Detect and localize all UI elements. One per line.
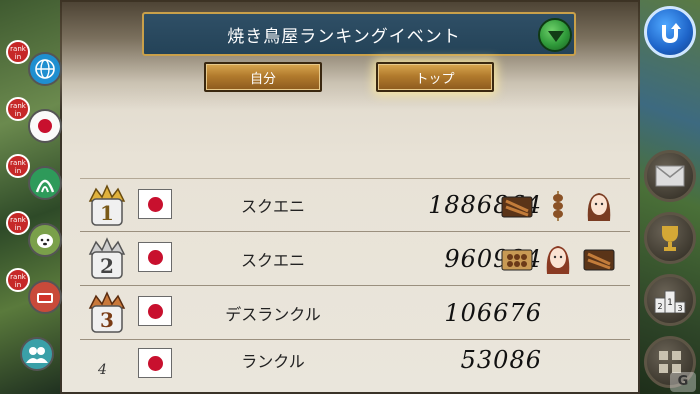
rank-number: 4 [98, 362, 107, 378]
dog-icon [28, 223, 62, 257]
tray-icon [501, 249, 533, 271]
character-portrait-icon [588, 193, 611, 221]
rank-in-badge: rank in [6, 40, 30, 64]
dog-ranking-button[interactable]: rank in [6, 211, 62, 268]
leaderboard-row[interactable]: 4 ランクル 53086 [80, 340, 630, 380]
arch-icon [28, 166, 62, 200]
undo-icon [662, 23, 681, 44]
player-items [496, 237, 620, 281]
grill-plate-icon [501, 196, 533, 218]
podium-icon: 1 2 3 [654, 290, 686, 313]
player-items [496, 184, 620, 228]
leaderboard-row[interactable]: 2 スクエニ 960934 [80, 232, 630, 286]
rank-in-badge: rank in [6, 211, 30, 235]
player-name: デスランクル [225, 304, 321, 324]
podium-button[interactable]: 1 2 3 [644, 274, 696, 326]
player-name: スクエニ [240, 250, 305, 270]
player-name: ランクル [241, 352, 305, 371]
trophy-button[interactable] [644, 212, 696, 264]
podium-second: 2 [657, 302, 662, 311]
event-title-bar[interactable]: 焼き鳥屋ランキングイベント [142, 12, 576, 56]
tab-self[interactable]: 自分 [204, 62, 322, 92]
globe-ranking-button[interactable]: rank in [6, 40, 62, 97]
food-icon [28, 280, 62, 314]
ranking-panel: 焼き鳥屋ランキングイベント 自分 トップ 1 スクエニ 1886864 2 スク… [60, 0, 640, 394]
arch-ranking-button[interactable]: rank in [6, 154, 62, 211]
japan-flag-icon [138, 348, 172, 378]
podium-third: 3 [677, 304, 682, 313]
japan-flag-icon [28, 109, 62, 143]
silver-crown-rank-icon: 2 [88, 237, 126, 279]
tab-top-label: トップ [415, 71, 455, 87]
player-name: スクエニ [240, 197, 305, 216]
leaderboard-list: 1 スクエニ 1886864 2 スクエニ 960934 3 デスランクル 10… [80, 178, 630, 380]
globe-icon [28, 52, 62, 86]
event-title: 焼き鳥屋ランキングイベント [227, 26, 461, 47]
leaderboard-row[interactable]: 1 スクエニ 1886864 [80, 178, 630, 232]
rank-in-badge: rank in [6, 154, 30, 178]
japan-flag-icon [138, 242, 172, 272]
trophy-icon [662, 226, 678, 251]
gold-crown-rank-icon: 1 [88, 184, 126, 226]
rank-number: 1 [100, 201, 114, 225]
chevron-down-icon[interactable] [538, 18, 572, 52]
japan-flag-icon [138, 296, 172, 326]
japan-flag-icon [138, 189, 172, 219]
tab-top[interactable]: トップ [376, 62, 494, 92]
character-portrait-icon [546, 246, 570, 274]
player-score: 106676 [444, 298, 542, 327]
undo-button[interactable] [644, 6, 696, 58]
friends-icon [20, 337, 54, 371]
podium-first: 1 [667, 298, 673, 308]
mail-button[interactable] [644, 150, 696, 202]
rank-in-badge: rank in [6, 268, 30, 292]
watermark-logo: G [670, 372, 696, 392]
mail-icon [655, 165, 685, 187]
japan-ranking-button[interactable]: rank in [6, 97, 62, 154]
player-score: 53086 [460, 346, 542, 374]
food-ranking-button[interactable]: rank in [6, 268, 62, 325]
rank-number: 2 [100, 254, 114, 278]
left-ranking-icons: rank in rank in rank in rank in rank in [6, 40, 62, 382]
skewer-icon [552, 191, 563, 221]
leaderboard-row[interactable]: 3 デスランクル 106676 [80, 286, 630, 340]
friends-ranking-button[interactable] [6, 325, 58, 382]
tab-self-label: 自分 [249, 71, 276, 87]
grill-plate-icon [583, 249, 615, 271]
rank-number: 3 [100, 308, 114, 332]
rank-in-badge: rank in [6, 97, 30, 121]
bronze-crown-rank-icon: 3 [88, 291, 126, 333]
